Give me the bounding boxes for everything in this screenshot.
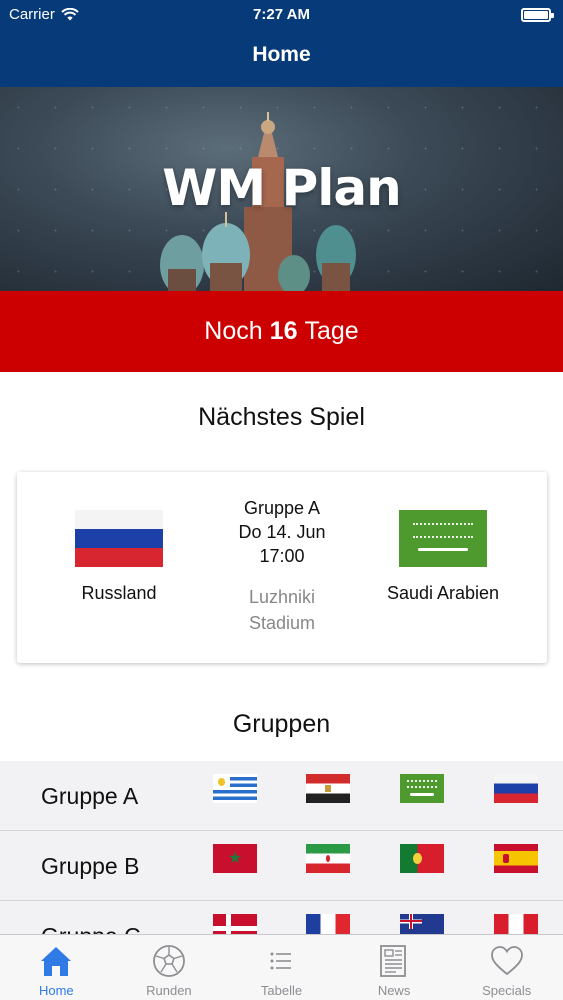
- peru-flag-icon: [494, 914, 538, 934]
- group-row-c[interactable]: Gruppe C: [0, 901, 563, 934]
- saudi-arabia-flag-icon: [400, 774, 444, 803]
- tab-tabelle[interactable]: Tabelle: [225, 935, 338, 1000]
- russia-flag-icon: [75, 510, 163, 567]
- tab-bar: Home Runden Tabelle News Specials: [0, 934, 563, 1000]
- navigation-bar: Carrier 7:27 AM Home: [0, 0, 563, 87]
- group-row-a[interactable]: Gruppe A: [0, 761, 563, 831]
- battery-icon: [521, 8, 554, 22]
- denmark-flag-icon: [213, 914, 257, 934]
- tab-label: Runden: [146, 983, 192, 998]
- tab-home[interactable]: Home: [0, 935, 113, 1000]
- uruguay-flag-icon: [213, 774, 257, 803]
- iran-flag-icon: [306, 844, 350, 873]
- groups-list[interactable]: Gruppe A Gruppe B ★ Gruppe C: [0, 761, 563, 934]
- morocco-flag-icon: ★: [213, 844, 257, 873]
- portugal-flag-icon: [400, 844, 444, 873]
- russia-flag-icon: [494, 774, 538, 803]
- newspaper-icon: [380, 945, 406, 977]
- saudi-arabia-flag-icon: [399, 510, 487, 567]
- tab-label: News: [377, 983, 411, 998]
- countdown-days: 16: [269, 317, 298, 345]
- group-name: Gruppe A: [41, 783, 139, 809]
- tab-label: Specials: [482, 983, 532, 998]
- group-name: Gruppe B: [41, 853, 140, 879]
- heart-icon: [490, 946, 523, 976]
- list-icon: [270, 952, 292, 970]
- hero-banner: WM Plan: [0, 87, 563, 291]
- match-venue: Luzhniki Stadium: [197, 584, 367, 636]
- tab-label: Home: [38, 983, 74, 998]
- match-date: Do 14. Jun: [238, 522, 326, 542]
- match-time: 17:00: [259, 546, 305, 566]
- house-icon: [41, 947, 72, 976]
- tab-specials[interactable]: Specials: [450, 935, 563, 1000]
- group-row-b[interactable]: Gruppe B ★: [0, 831, 563, 901]
- away-team-name: Saudi Arabien: [386, 583, 500, 603]
- match-info: Gruppe A Do 14. Jun 17:00 Luzhniki Stadi…: [197, 496, 367, 636]
- countdown-banner: Noch 16 Tage: [0, 291, 563, 372]
- venue-line-2: Stadium: [248, 613, 316, 633]
- countdown-prefix: Noch: [204, 317, 263, 345]
- status-time: 7:27 AM: [253, 6, 310, 23]
- next-match-card[interactable]: Russland Gruppe A Do 14. Jun 17:00 Luzhn…: [17, 472, 547, 663]
- soccer-ball-icon: [152, 945, 185, 977]
- tab-runden[interactable]: Runden: [113, 935, 226, 1000]
- countdown-suffix: Tage: [304, 317, 359, 345]
- next-match-heading: Nächstes Spiel: [198, 403, 365, 431]
- venue-line-1: Luzhniki: [248, 587, 316, 607]
- groups-heading: Gruppen: [232, 710, 331, 738]
- tab-label: Tabelle: [260, 983, 303, 998]
- tab-news[interactable]: News: [338, 935, 451, 1000]
- home-team-name: Russland: [81, 583, 157, 603]
- group-name: Gruppe C: [41, 923, 141, 934]
- france-flag-icon: [306, 914, 350, 934]
- away-team: Saudi Arabien: [358, 510, 528, 604]
- home-team: Russland: [34, 510, 204, 604]
- egypt-flag-icon: [306, 774, 350, 803]
- hero-title: WM Plan: [162, 159, 401, 217]
- match-group: Gruppe A: [243, 498, 321, 518]
- spain-flag-icon: [494, 844, 538, 873]
- australia-flag-icon: [400, 914, 444, 934]
- page-title: Home: [252, 43, 311, 66]
- status-bar: Carrier 7:27 AM: [0, 0, 563, 30]
